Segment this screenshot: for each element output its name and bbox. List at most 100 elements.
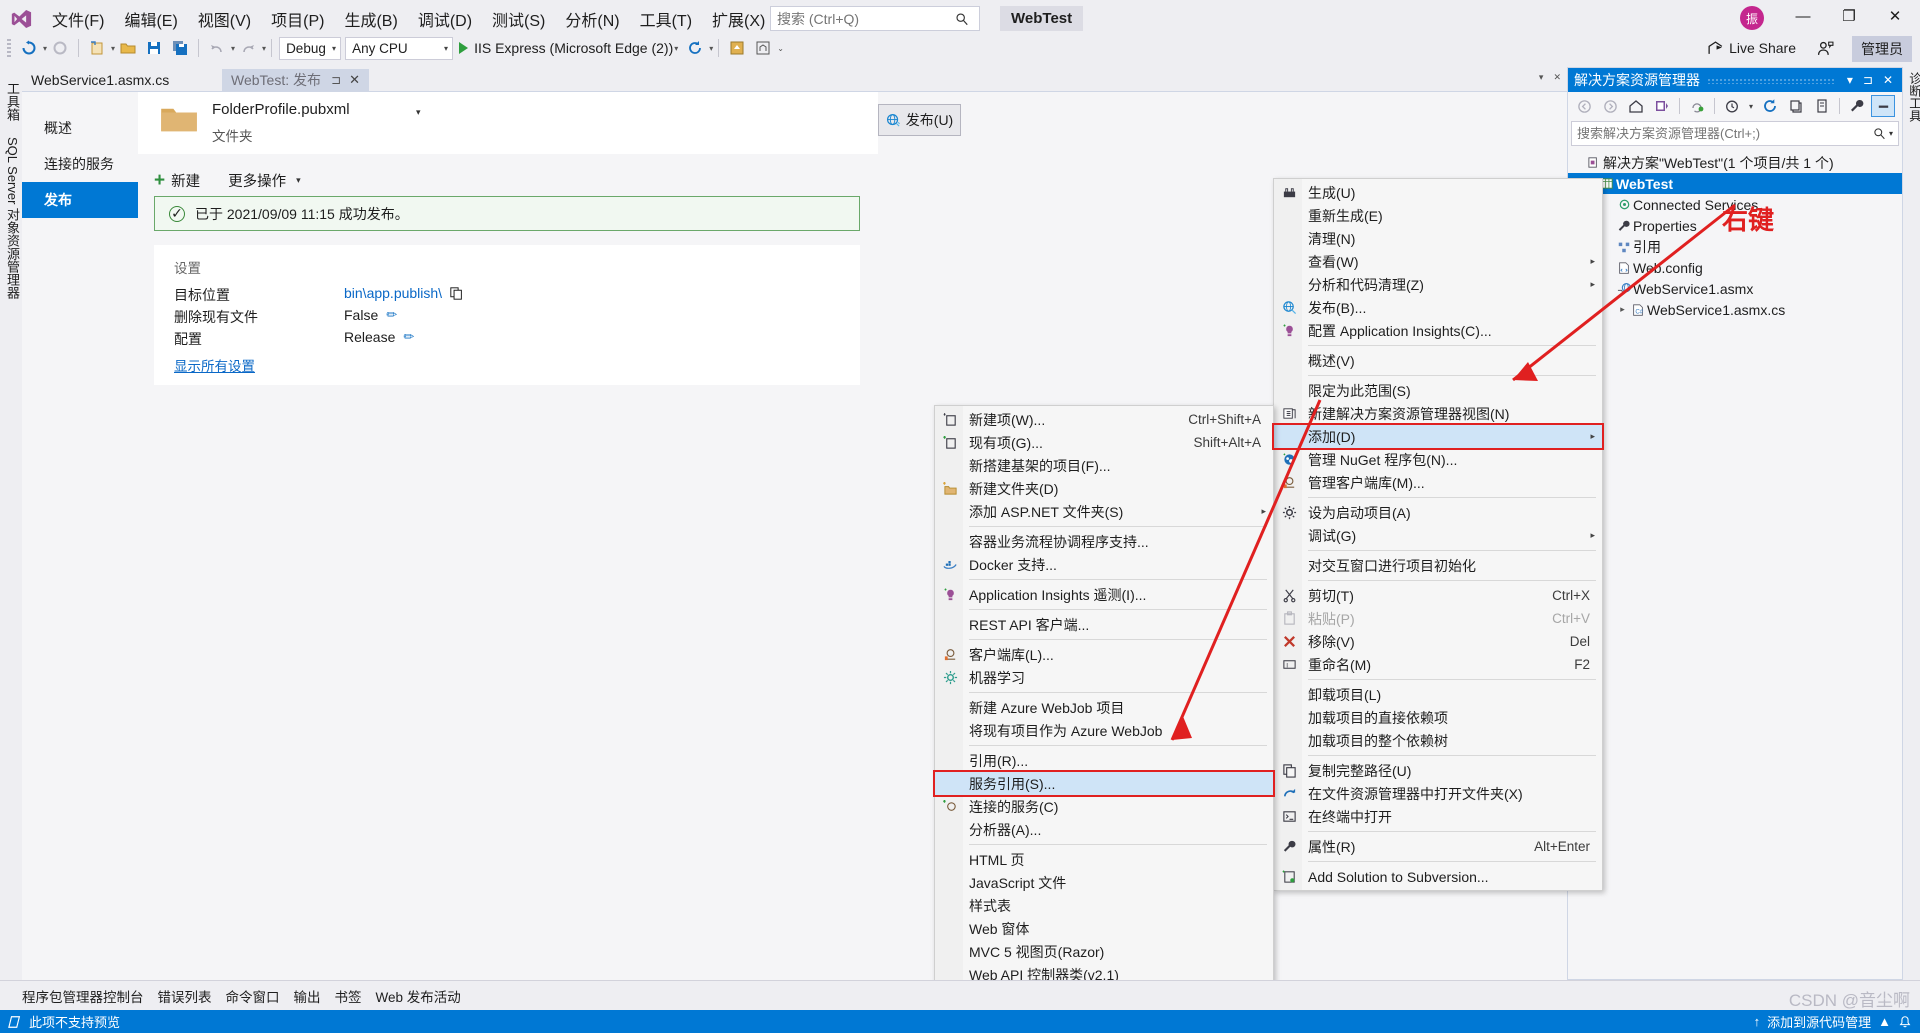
menu-item-1[interactable]: 现有项(G)... Shift+Alt+A: [935, 431, 1273, 454]
navigate-back-caret-icon[interactable]: ▾: [43, 44, 47, 53]
menu-item-30[interactable]: 复制完整路径(U): [1274, 759, 1602, 782]
maximize-button[interactable]: ❐: [1826, 0, 1872, 32]
menu-item-13[interactable]: 管理 NuGet 程序包(N)...: [1274, 448, 1602, 471]
active-files-dropdown-icon[interactable]: ▾: [1539, 72, 1544, 83]
menu-item-16[interactable]: 新建 Azure WebJob 项目: [935, 696, 1273, 719]
menu-item-25[interactable]: JavaScript 文件: [935, 871, 1273, 894]
diagnostic-tools-vertical-tab[interactable]: 诊断工具: [1903, 67, 1920, 127]
menu-item-27[interactable]: 加载项目的直接依赖项: [1274, 706, 1602, 729]
menu-item-3[interactable]: 新建文件夹(D): [935, 477, 1273, 500]
redo-caret-icon[interactable]: ▾: [262, 44, 266, 53]
bottom-tab-output[interactable]: 输出: [294, 986, 321, 1006]
menu-item-19[interactable]: 对交互窗口进行项目初始化: [1274, 554, 1602, 577]
bottom-tab-error-list[interactable]: 错误列表: [158, 986, 212, 1006]
menu-item-9[interactable]: Application Insights 遥测(I)...: [935, 583, 1273, 606]
menu-item-6[interactable]: 容器业务流程协调程序支持...: [935, 530, 1273, 553]
navigate-forward-icon[interactable]: [48, 36, 72, 60]
more-actions-button[interactable]: 更多操作 ▾: [228, 170, 301, 191]
tab-webservice1-asmx-cs[interactable]: WebService1.asmx.cs: [22, 69, 179, 91]
refresh-icon[interactable]: [1758, 95, 1782, 117]
new-project-caret-icon[interactable]: ▾: [111, 44, 115, 53]
header-drag-dots[interactable]: [1707, 78, 1835, 84]
save-all-icon[interactable]: [168, 36, 192, 60]
menu-item-4[interactable]: 添加 ASP.NET 文件夹(S) ▸: [935, 500, 1273, 523]
tree-item-solution[interactable]: 解决方案"WebTest"(1 个项目/共 1 个): [1568, 152, 1902, 173]
hot-reload-icon[interactable]: [683, 36, 707, 60]
menu-item-2[interactable]: 新搭建基架的项目(F)...: [935, 454, 1273, 477]
menu-item-6[interactable]: 配置 Application Insights(C)...: [1274, 319, 1602, 342]
menu-item-28[interactable]: MVC 5 视图页(Razor): [935, 940, 1273, 963]
bottom-tab-web-publish-activity[interactable]: Web 发布活动: [376, 986, 461, 1006]
menu-item-5[interactable]: 发布(B)...: [1274, 296, 1602, 319]
start-debug-button[interactable]: IIS Express (Microsoft Edge (2)) ▾: [455, 36, 682, 60]
back-icon[interactable]: [1572, 95, 1596, 117]
toolbar-grip[interactable]: [7, 39, 11, 57]
bottom-tab-package-manager-console[interactable]: 程序包管理器控制台: [22, 986, 144, 1006]
solution-icon[interactable]: [1650, 95, 1674, 117]
pending-items-caret-icon[interactable]: ▾: [1746, 95, 1756, 117]
show-all-settings-link[interactable]: 显示所有设置: [174, 355, 255, 375]
save-icon[interactable]: [142, 36, 166, 60]
search-options-caret-icon[interactable]: ▾: [1889, 129, 1893, 138]
twisty-collapsed-icon[interactable]: ▸: [1616, 304, 1629, 315]
menu-item-16[interactable]: 设为启动项目(A): [1274, 501, 1602, 524]
menu-item-24[interactable]: HTML 页: [935, 848, 1273, 871]
copy-icon[interactable]: [450, 286, 463, 300]
publish-button[interactable]: 发布(U): [878, 104, 961, 136]
menu-item-19[interactable]: 引用(R)...: [935, 749, 1273, 772]
close-document-icon[interactable]: ✕: [1553, 72, 1561, 83]
select-element-icon[interactable]: [725, 36, 749, 60]
window-menu-icon[interactable]: ▾: [1842, 73, 1858, 87]
menu-item-14[interactable]: 机器学习: [935, 666, 1273, 689]
menu-item-1[interactable]: 重新生成(E): [1274, 204, 1602, 227]
menu-item-17[interactable]: 调试(G) ▸: [1274, 524, 1602, 547]
solution-explorer-search[interactable]: ▾: [1571, 121, 1899, 146]
send-feedback-icon[interactable]: [1814, 37, 1836, 59]
menu-item-0[interactable]: 新建项(W)... Ctrl+Shift+A: [935, 408, 1273, 431]
collapse-all-icon[interactable]: [1784, 95, 1808, 117]
menu-item-4[interactable]: 分析和代码清理(Z) ▸: [1274, 273, 1602, 296]
open-file-icon[interactable]: [116, 36, 140, 60]
configuration-combo[interactable]: Debug ▾: [279, 36, 342, 60]
live-share-button[interactable]: Live Share: [1701, 36, 1802, 60]
menu-item-7[interactable]: Docker 支持...: [935, 553, 1273, 576]
menu-item-8[interactable]: 概述(V): [1274, 349, 1602, 372]
new-profile-button[interactable]: + 新建: [154, 170, 200, 191]
close-icon[interactable]: ✕: [349, 72, 360, 88]
caret-up-icon[interactable]: ▲: [1878, 1014, 1891, 1029]
tree-item-webservice1-asmx-cs[interactable]: ▸ C# WebService1.asmx.cs: [1568, 299, 1902, 320]
platform-combo[interactable]: Any CPU ▾: [345, 36, 454, 60]
close-icon[interactable]: ✕: [1878, 73, 1898, 87]
menu-item-21[interactable]: 剪切(T) Ctrl+X: [1274, 584, 1602, 607]
tree-item-web-config[interactable]: Web.config: [1568, 257, 1902, 278]
menu-item-2[interactable]: 清理(N): [1274, 227, 1602, 250]
publish-nav-publish[interactable]: 发布: [22, 182, 138, 218]
menu-item-17[interactable]: 将现有项目作为 Azure WebJob: [935, 719, 1273, 742]
menu-item-26[interactable]: 样式表: [935, 894, 1273, 917]
quick-launch-search[interactable]: [770, 6, 980, 31]
menu-item-12[interactable]: 添加(D) ▸: [1274, 425, 1602, 448]
search-input[interactable]: [777, 10, 955, 27]
account-avatar[interactable]: 振: [1740, 6, 1764, 30]
show-all-files-icon[interactable]: [1810, 95, 1834, 117]
menu-item-10[interactable]: 限定为此范围(S): [1274, 379, 1602, 402]
target-location-link[interactable]: bin\app.publish\: [344, 285, 442, 301]
menu-item-28[interactable]: 加载项目的整个依赖树: [1274, 729, 1602, 752]
undo-caret-icon[interactable]: ▾: [231, 44, 235, 53]
menu-item-23[interactable]: 移除(V) Del: [1274, 630, 1602, 653]
menu-item-21[interactable]: 连接的服务(C): [935, 795, 1273, 818]
menu-item-22[interactable]: 分析器(A)...: [935, 818, 1273, 841]
browser-link-icon[interactable]: [751, 36, 775, 60]
menu-item-26[interactable]: 卸载项目(L): [1274, 683, 1602, 706]
close-button[interactable]: ✕: [1872, 0, 1918, 32]
minimize-button[interactable]: —: [1780, 0, 1826, 32]
home-icon[interactable]: [1624, 95, 1648, 117]
pending-changes-icon[interactable]: [1685, 95, 1709, 117]
edit-pencil-icon[interactable]: ✏: [386, 307, 397, 323]
menu-item-11[interactable]: REST API 客户端...: [935, 613, 1273, 636]
tab-webtest-publish[interactable]: WebTest: 发布 ⊐ ✕: [222, 69, 369, 91]
preview-selected-items-icon[interactable]: [1871, 95, 1895, 117]
tree-item-references[interactable]: 引用: [1568, 236, 1902, 257]
menu-item-36[interactable]: Add Solution to Subversion...: [1274, 865, 1602, 888]
toolbar-overflow-icon[interactable]: ⌄: [777, 44, 784, 53]
